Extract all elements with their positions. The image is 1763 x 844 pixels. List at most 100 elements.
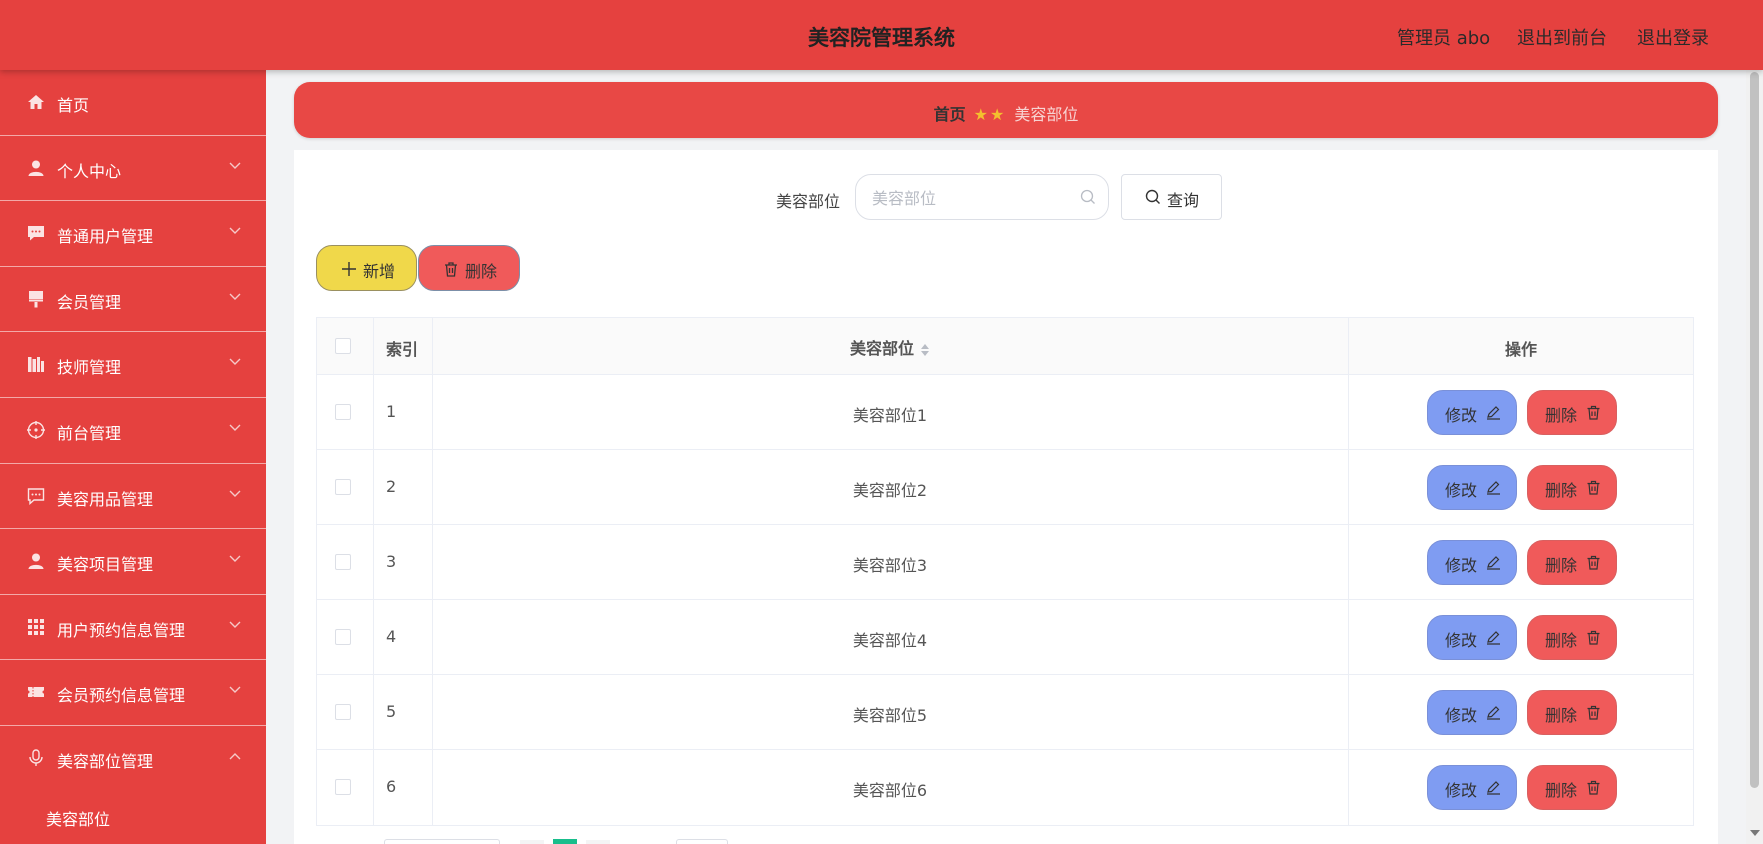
batch-delete-button[interactable]: 删除 <box>418 245 520 291</box>
row-index: 3 <box>386 552 397 571</box>
chevron-down-icon <box>229 686 241 694</box>
edit-icon <box>1487 556 1500 570</box>
edit-button[interactable]: 修改 <box>1427 540 1517 585</box>
star-separator-icon: ★★ <box>973 105 1007 124</box>
chat-icon <box>27 224 45 242</box>
trash-icon <box>443 261 459 277</box>
delete-button[interactable]: 删除 <box>1527 615 1617 660</box>
sidebar-item-normal-users[interactable]: 普通用户管理 <box>0 201 266 267</box>
row-name: 美容部位4 <box>852 631 928 650</box>
row-name: 美容部位2 <box>852 481 928 500</box>
delete-button-label: 删除 <box>1545 781 1578 800</box>
sidebar-item-personal-center[interactable]: 个人中心 <box>0 136 266 202</box>
scrollbar-thumb[interactable] <box>1750 72 1759 788</box>
comment-icon <box>27 487 45 505</box>
breadcrumb-current: 美容部位 <box>1014 105 1079 124</box>
add-button[interactable]: 新增 <box>316 245 417 291</box>
page-jump-input[interactable] <box>676 839 728 844</box>
edit-icon <box>1487 481 1500 495</box>
trash-icon <box>1587 780 1600 795</box>
row-checkbox[interactable] <box>335 554 351 570</box>
row-checkbox[interactable] <box>335 479 351 495</box>
chevron-down-icon <box>229 358 241 366</box>
sidebar-item-member-appointments[interactable]: 会员预约信息管理 <box>0 660 266 726</box>
sidebar-item-beauty-projects[interactable]: 美容项目管理 <box>0 529 266 595</box>
trash-icon <box>1587 405 1600 420</box>
next-page-button[interactable] <box>586 840 610 844</box>
trash-icon <box>1587 705 1600 720</box>
sidebar-item-front-desk[interactable]: 前台管理 <box>0 398 266 464</box>
table-row: 1 美容部位1 修改 删除 <box>317 375 1693 450</box>
chevron-down-icon <box>229 621 241 629</box>
delete-button-label: 删除 <box>1545 481 1578 500</box>
delete-button[interactable]: 删除 <box>1527 690 1617 735</box>
sidebar-item-members[interactable]: 会员管理 <box>0 267 266 333</box>
delete-button-label: 删除 <box>1545 706 1578 725</box>
row-checkbox[interactable] <box>335 629 351 645</box>
logout-link[interactable]: 退出登录 <box>1637 24 1709 50</box>
row-checkbox[interactable] <box>335 779 351 795</box>
page-scrollbar[interactable] <box>1746 70 1763 844</box>
row-name: 美容部位5 <box>852 706 928 725</box>
sidebar-item-label: 美容部位管理 <box>57 751 154 771</box>
delete-button[interactable]: 删除 <box>1527 390 1617 435</box>
select-all-checkbox[interactable] <box>335 338 351 354</box>
sidebar-item-beauty-products[interactable]: 美容用品管理 <box>0 464 266 530</box>
edit-icon <box>1487 406 1500 420</box>
delete-button[interactable]: 删除 <box>1527 465 1617 510</box>
sidebar-item-label: 会员管理 <box>57 292 122 312</box>
chevron-down-icon <box>229 490 241 498</box>
scroll-down-arrow-icon[interactable] <box>1750 830 1760 836</box>
sidebar-item-user-appointments[interactable]: 用户预约信息管理 <box>0 595 266 661</box>
chevron-down-icon <box>229 293 241 301</box>
edit-icon <box>1487 631 1500 645</box>
row-index: 5 <box>386 702 397 721</box>
header-ops: 操作 <box>1504 340 1537 359</box>
exit-to-front-link[interactable]: 退出到前台 <box>1517 24 1607 50</box>
prev-page-button[interactable] <box>520 840 544 844</box>
edit-icon <box>1487 781 1500 795</box>
trash-icon <box>1587 630 1600 645</box>
main-content: 首页 ★★ 美容部位 美容部位 查询 新增 删除 <box>266 70 1746 844</box>
chevron-down-icon <box>229 162 241 170</box>
row-checkbox[interactable] <box>335 404 351 420</box>
sidebar-item-label: 美容用品管理 <box>57 489 154 509</box>
sidebar-item-label: 用户预约信息管理 <box>57 620 186 640</box>
sidebar-item-home[interactable]: 首页 <box>0 70 266 136</box>
page-size-select[interactable] <box>384 839 500 844</box>
search-field[interactable] <box>855 174 1109 220</box>
ticket-icon <box>27 683 45 701</box>
table-row: 5 美容部位5 修改 删除 <box>317 675 1693 750</box>
row-index: 1 <box>386 402 397 421</box>
sidebar-item-label: 美容项目管理 <box>57 555 154 575</box>
search-label: 美容部位 <box>776 192 841 211</box>
edit-button[interactable]: 修改 <box>1427 615 1517 660</box>
batch-delete-label: 删除 <box>465 262 498 281</box>
header-name-sortable[interactable]: 美容部位 <box>433 335 1347 359</box>
header-name: 美容部位 <box>849 339 914 358</box>
edit-button[interactable]: 修改 <box>1427 765 1517 810</box>
delete-button[interactable]: 删除 <box>1527 540 1617 585</box>
query-button[interactable]: 查询 <box>1121 174 1222 220</box>
edit-button[interactable]: 修改 <box>1427 390 1517 435</box>
sort-icon <box>921 343 929 356</box>
delete-button-label: 删除 <box>1545 556 1578 575</box>
edit-button-label: 修改 <box>1445 706 1478 725</box>
edit-button[interactable]: 修改 <box>1427 465 1517 510</box>
edit-button-label: 修改 <box>1445 556 1478 575</box>
row-name: 美容部位3 <box>852 556 928 575</box>
edit-button-label: 修改 <box>1445 406 1478 425</box>
edit-button[interactable]: 修改 <box>1427 690 1517 735</box>
current-page-button[interactable] <box>553 839 577 844</box>
breadcrumb-home[interactable]: 首页 <box>934 105 966 124</box>
row-checkbox[interactable] <box>335 704 351 720</box>
sidebar-item-beauty-parts[interactable]: 美容部位管理 <box>0 726 266 792</box>
microphone-icon <box>27 749 45 767</box>
search-input[interactable] <box>872 187 1072 209</box>
sidebar: 首页 个人中心 普通用户管理 会员管理 技师管理 前台管理 美容用品管理 美容项… <box>0 70 266 844</box>
sidebar-subitem-beauty-part[interactable]: 美容部位 <box>0 792 266 842</box>
sidebar-item-technicians[interactable]: 技师管理 <box>0 332 266 398</box>
delete-button-label: 删除 <box>1545 406 1578 425</box>
delete-button[interactable]: 删除 <box>1527 765 1617 810</box>
user-icon <box>27 552 45 570</box>
